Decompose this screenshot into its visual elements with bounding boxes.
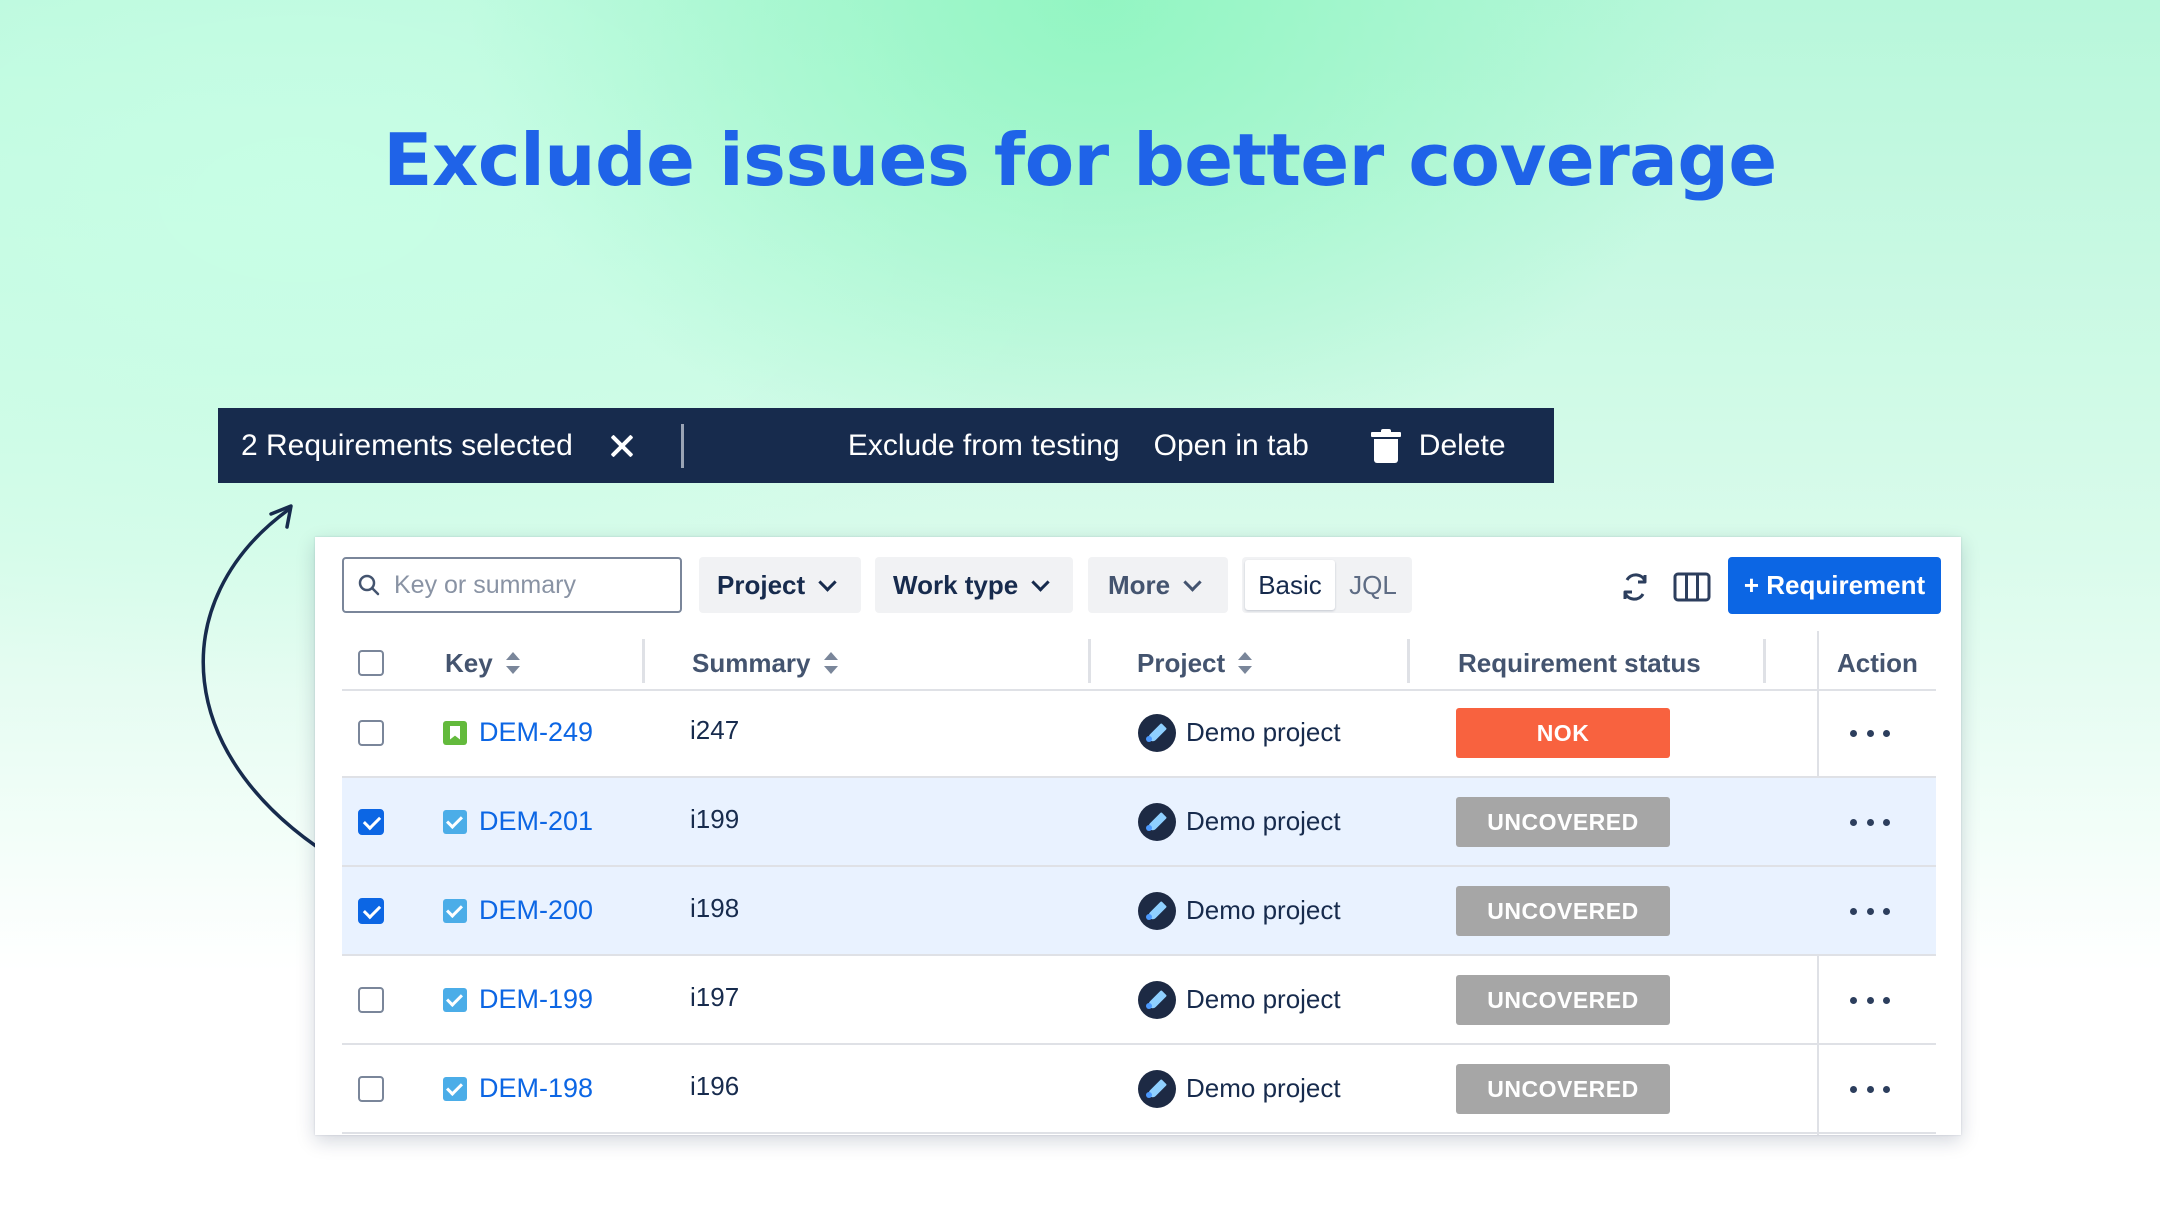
sort-icon[interactable] [823, 652, 839, 674]
table-row[interactable]: DEM-201 i199 Demo project UNCOVERED [342, 778, 1936, 867]
search-icon [358, 574, 380, 596]
row-checkbox[interactable] [358, 987, 384, 1013]
refresh-icon[interactable] [1615, 567, 1655, 607]
header-project[interactable]: Project [1137, 637, 1253, 689]
table-header: Key Summary Project Requirement status A… [342, 637, 1936, 691]
more-actions-icon[interactable] [1850, 897, 1890, 925]
header-key[interactable]: Key [445, 637, 521, 689]
project-cell: Demo project [1138, 689, 1341, 776]
row-checkbox[interactable] [358, 898, 384, 924]
project-avatar [1138, 980, 1176, 1019]
view-basic[interactable]: Basic [1245, 560, 1335, 610]
issue-key-link[interactable]: DEM-198 [443, 1045, 593, 1132]
task-icon [443, 898, 467, 923]
summary-cell: i247 [690, 715, 740, 745]
header-summary[interactable]: Summary [692, 637, 839, 689]
search-input[interactable] [394, 570, 674, 600]
column-divider[interactable] [1088, 639, 1091, 683]
table-row[interactable]: DEM-249 i247 Demo project NOK [342, 689, 1936, 778]
chevron-down-icon [818, 572, 837, 592]
search-box[interactable] [342, 557, 682, 613]
project-avatar [1138, 802, 1176, 841]
add-requirement-button[interactable]: + Requirement [1728, 557, 1941, 614]
project-filter[interactable]: Project [699, 557, 861, 613]
more-actions-icon[interactable] [1850, 1075, 1890, 1103]
task-icon [443, 987, 467, 1012]
summary-cell: i198 [690, 893, 740, 923]
project-avatar [1138, 1069, 1176, 1108]
columns-icon[interactable] [1672, 567, 1712, 607]
more-filter-label: More [1108, 569, 1171, 600]
summary-cell: i196 [690, 1071, 740, 1101]
project-cell: Demo project [1138, 867, 1341, 954]
story-icon [443, 720, 467, 745]
chevron-down-icon [1031, 572, 1050, 592]
view-toggle: Basic JQL [1242, 557, 1412, 613]
header-requirement-status: Requirement status [1458, 647, 1701, 678]
row-checkbox[interactable] [358, 720, 384, 746]
project-avatar [1138, 891, 1176, 930]
toolbar: Project Work type More Basic JQL + Requi… [315, 537, 1961, 637]
project-cell: Demo project [1138, 778, 1341, 865]
more-actions-icon[interactable] [1850, 986, 1890, 1014]
status-badge: UNCOVERED [1456, 1064, 1670, 1114]
table-row[interactable]: DEM-200 i198 Demo project UNCOVERED [342, 867, 1936, 956]
project-avatar [1138, 713, 1176, 752]
requirements-panel: Project Work type More Basic JQL + Requi… [315, 537, 1961, 1135]
row-checkbox[interactable] [358, 809, 384, 835]
summary-cell: i197 [690, 982, 740, 1012]
summary-cell: i199 [690, 804, 740, 834]
task-icon [443, 809, 467, 834]
view-jql[interactable]: JQL [1338, 560, 1408, 610]
column-divider[interactable] [1763, 639, 1766, 683]
status-badge: UNCOVERED [1456, 886, 1670, 936]
chevron-down-icon [1183, 572, 1202, 592]
more-actions-icon[interactable] [1850, 808, 1890, 836]
issue-key-link[interactable]: DEM-199 [443, 956, 593, 1043]
issue-key-link[interactable]: DEM-249 [443, 689, 593, 776]
select-all-checkbox[interactable] [358, 650, 384, 676]
column-divider[interactable] [642, 639, 645, 683]
issue-key-link[interactable]: DEM-201 [443, 778, 593, 865]
table-row[interactable]: DEM-198 i196 Demo project UNCOVERED [342, 1045, 1936, 1134]
header-action: Action [1837, 647, 1918, 678]
issue-key-link[interactable]: DEM-200 [443, 867, 593, 954]
project-cell: Demo project [1138, 956, 1341, 1043]
more-filter[interactable]: More [1088, 557, 1228, 613]
sort-icon[interactable] [1237, 652, 1253, 674]
table-row[interactable]: DEM-199 i197 Demo project UNCOVERED [342, 956, 1936, 1045]
status-badge: UNCOVERED [1456, 975, 1670, 1025]
task-icon [443, 1076, 467, 1101]
project-filter-label: Project [717, 569, 806, 600]
work-type-filter-label: Work type [893, 569, 1019, 600]
work-type-filter[interactable]: Work type [875, 557, 1073, 613]
status-badge: UNCOVERED [1456, 797, 1670, 847]
sort-icon[interactable] [505, 652, 521, 674]
more-actions-icon[interactable] [1850, 719, 1890, 747]
column-divider[interactable] [1407, 639, 1410, 683]
project-cell: Demo project [1138, 1045, 1341, 1132]
row-checkbox[interactable] [358, 1076, 384, 1102]
status-badge: NOK [1456, 708, 1670, 758]
